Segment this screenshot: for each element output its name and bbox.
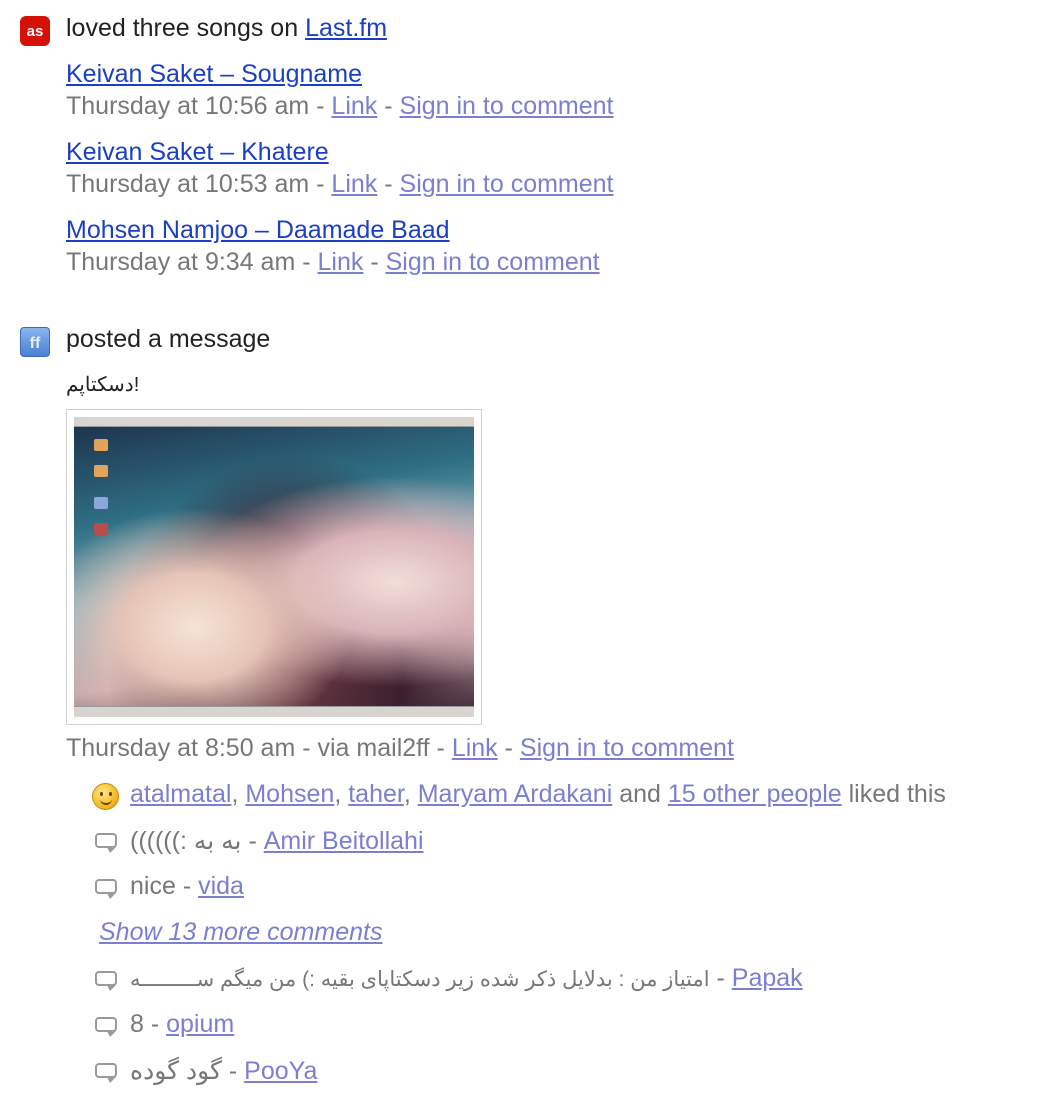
comment-bubble-icon [95, 833, 117, 853]
post-link[interactable]: Link [452, 734, 498, 762]
comment-author-link[interactable]: Amir Beitollahi [264, 827, 424, 855]
desktop-screenshot-image [74, 417, 474, 717]
liker-link[interactable]: Maryam Ardakani [418, 780, 613, 808]
comment-author-link[interactable]: vida [198, 872, 244, 900]
comment-item: 8 - opium [130, 1010, 235, 1038]
likes-and-text: and [619, 780, 661, 808]
friendfeed-icon: ff [20, 327, 50, 357]
svg-text:as: as [27, 23, 44, 40]
post-time: Thursday at 8:50 am - via mail2ff [66, 734, 430, 762]
lastfm-action: loved three songs on Last.fm [66, 14, 387, 43]
sign-in-to-comment-link[interactable]: Sign in to comment [400, 170, 614, 198]
song-time: Thursday at 10:53 am [66, 170, 310, 198]
liked-this-text: liked this [848, 780, 946, 808]
thumb-top-panel [74, 417, 474, 427]
comment-item: امتیاز من : بدلایل ذکر شده زیر دسکتاپای … [130, 964, 803, 992]
liker-link[interactable]: atalmatal [130, 780, 231, 808]
liker-link[interactable]: Mohsen [245, 780, 334, 808]
likes-line: atalmatal, Mohsen, taher, Maryam Ardakan… [130, 780, 946, 808]
song-time: Thursday at 10:56 am [66, 92, 310, 120]
app-icon [94, 523, 108, 535]
svg-text:ff: ff [30, 335, 41, 352]
comment-item: به به :)))))) - Amir Beitollahi [130, 827, 424, 855]
sign-in-to-comment-link[interactable]: Sign in to comment [386, 248, 600, 276]
comment-text: به به :)))))) [130, 827, 242, 855]
post-meta: Thursday at 8:50 am - via mail2ff - Link… [66, 734, 734, 762]
screenshot-thumbnail[interactable] [66, 409, 482, 725]
show-more-comments-link[interactable]: Show 13 more comments [99, 918, 382, 947]
smiley-icon [92, 783, 119, 810]
liker-link[interactable]: taher [348, 780, 404, 808]
comment-text: 8 [130, 1010, 144, 1038]
comment-text: گود گوده [130, 1057, 222, 1085]
thumb-bottom-panel [74, 706, 474, 717]
song-title-link[interactable]: Keivan Saket – Khatere [66, 138, 329, 167]
comment-item: nice - vida [130, 872, 244, 900]
sign-in-to-comment-link[interactable]: Sign in to comment [520, 734, 734, 762]
song-link[interactable]: Link [331, 170, 377, 198]
song-time: Thursday at 9:34 am [66, 248, 296, 276]
comment-author-link[interactable]: opium [166, 1010, 234, 1038]
comment-author-link[interactable]: Papak [732, 964, 803, 992]
drive-icon [94, 497, 108, 509]
comment-text: nice [130, 872, 176, 900]
comment-author-link[interactable]: PooYa [244, 1057, 317, 1085]
song-link[interactable]: Link [318, 248, 364, 276]
lastfm-icon: as [20, 16, 50, 46]
sign-in-to-comment-link[interactable]: Sign in to comment [400, 92, 614, 120]
lastfm-action-text: loved three songs on [66, 14, 299, 42]
comment-bubble-icon [95, 1017, 117, 1037]
song-link[interactable]: Link [331, 92, 377, 120]
message-text: !دسکتاپم [66, 374, 140, 396]
song-title-link[interactable]: Keivan Saket – Sougname [66, 60, 362, 89]
comment-item: گود گوده - PooYa [130, 1057, 318, 1085]
other-likers-link[interactable]: 15 other people [668, 780, 842, 808]
comment-text: امتیاز من : بدلایل ذکر شده زیر دسکتاپای … [130, 968, 710, 991]
song-title-link[interactable]: Mohsen Namjoo – Daamade Baad [66, 216, 450, 245]
comment-bubble-icon [95, 879, 117, 899]
folder-icon [94, 465, 108, 477]
song-meta: Thursday at 9:34 am - Link - Sign in to … [66, 248, 600, 276]
lastfm-service-link[interactable]: Last.fm [305, 14, 387, 42]
folder-icon [94, 439, 108, 451]
ff-action-text: posted a message [66, 325, 271, 353]
comment-bubble-icon [95, 971, 117, 991]
song-meta: Thursday at 10:56 am - Link - Sign in to… [66, 92, 614, 120]
comment-bubble-icon [95, 1063, 117, 1083]
song-meta: Thursday at 10:53 am - Link - Sign in to… [66, 170, 614, 198]
